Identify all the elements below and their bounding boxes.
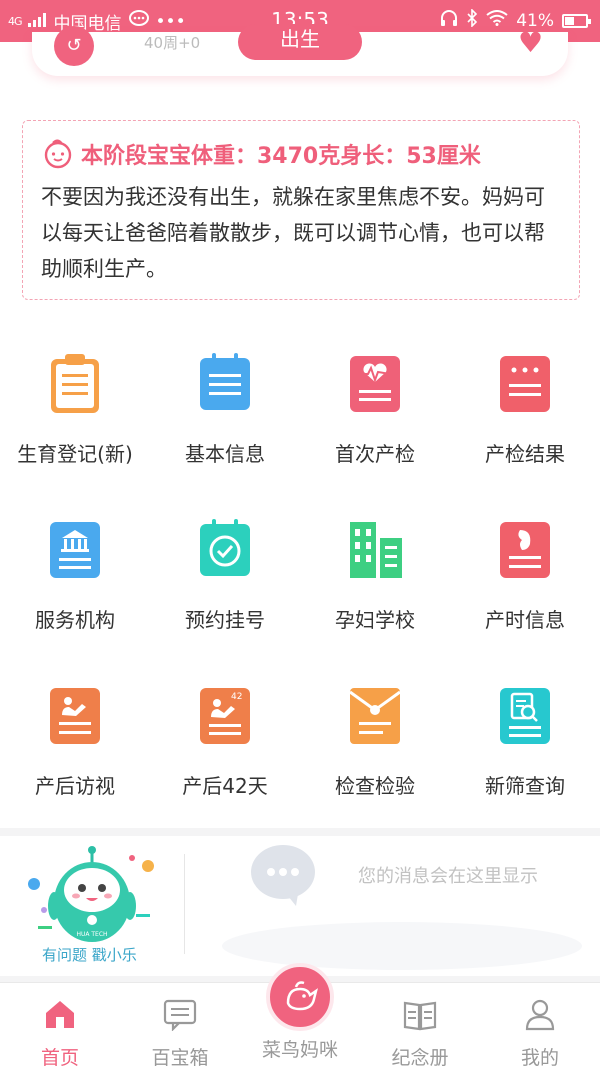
postpartum-42-icon: 42 [192,682,258,748]
report-icon [492,350,558,416]
grid-item-examination[interactable]: 检查检验 [300,660,450,826]
message-bubble-icon [251,845,315,906]
tab-label: 首页 [40,1047,79,1066]
envelope-icon [342,682,408,748]
baby-info-card: 本阶段宝宝体重：3470克身长：53厘米 不要因为我还没有出生，就躲在家里焦虑不… [22,120,580,300]
status-right: 41% [440,8,591,32]
grid-item-label: 首次产检 [335,442,415,466]
baby-info-title: 本阶段宝宝体重：3470克身长：53厘米 [81,144,481,169]
grid-item-newborn-screening[interactable]: 新筛查询 [450,660,600,826]
grid-item-label: 生育登记(新) [17,442,133,466]
grid-item-first-checkup[interactable]: 首次产检 [300,328,450,494]
pregnancy-week: 40周+0 [144,34,201,52]
svg-text:42: 42 [231,692,242,702]
assistant-mascot[interactable]: HUA TECH [24,844,164,954]
grid-item-delivery-info[interactable]: 产时信息 [450,494,600,660]
grid-item-appointment[interactable]: 预约挂号 [150,494,300,660]
announce-heart-icon[interactable]: ♥ [518,28,548,58]
grid-item-label: 预约挂号 [185,608,265,632]
tab-album[interactable]: 纪念册 [360,991,480,1066]
institution-icon [42,516,108,582]
pregnancy-progress-card: ↺ 40周+0 出生 ♥ [32,24,568,76]
document-icon [192,350,258,416]
calendar-check-icon [192,516,258,582]
baby-face-icon [44,139,72,169]
grid-item-label: 产后访视 [35,774,115,798]
birth-icon [492,516,558,582]
bottom-tab-bar: 首页 百宝箱 菜鸟妈咪 纪念册 我的 [0,963,600,1066]
grid-item-birth-registration[interactable]: 生育登记(新) [0,328,150,494]
message-empty-text: 您的消息会在这里显示 [358,866,538,887]
search-document-icon [492,682,558,748]
album-icon [403,1001,437,1031]
battery-icon [562,13,591,28]
robot-mascot-icon: HUA TECH [28,846,154,942]
wifi-icon [486,10,508,31]
headphones-icon [440,9,458,32]
tab-label[interactable]: 菜鸟妈咪 [240,1035,360,1062]
grid-item-maternity-school[interactable]: 孕妇学校 [300,494,450,660]
tab-toolbox[interactable]: 百宝箱 [120,991,240,1066]
grid-item-basic-info[interactable]: 基本信息 [150,328,300,494]
baby-info-title-row: 本阶段宝宝体重：3470克身长：53厘米 [41,137,561,171]
grid-item-postpartum-visit[interactable]: 产后访视 [0,660,150,826]
baby-info-text: 不要因为我还没有出生，就躲在家里焦虑不安。妈妈可以每天让爸爸陪着散散步，既可以调… [41,185,545,281]
grid-item-label: 服务机构 [35,608,115,632]
svg-text:HUA TECH: HUA TECH [76,931,107,938]
tab-label: 纪念册 [391,1047,449,1066]
main-content: 本阶段宝宝体重：3470克身长：53厘米 不要因为我还没有出生，就躲在家里焦虑不… [0,102,600,828]
baby-avatar-icon[interactable]: ↺ [54,26,94,66]
birth-button[interactable]: 出生 [238,24,362,60]
home-icon [46,1001,74,1028]
tab-label: 我的 [520,1047,559,1066]
assistant-message-panel: HUA TECH 有问题 戳小乐 您的消息会在这里显示 [0,836,600,976]
heartbeat-icon [342,350,408,416]
grid-item-postpartum-42-days[interactable]: 42 产后42天 [150,660,300,826]
grid-item-service-institution[interactable]: 服务机构 [0,494,150,660]
clipboard-icon [42,350,108,416]
building-icon [342,516,408,582]
grid-item-label: 检查检验 [335,774,415,798]
grid-item-label: 新筛查询 [485,774,565,798]
message-box-icon [163,999,197,1032]
tab-rookie-mom-button[interactable] [266,963,334,1031]
bird-icon [286,981,318,1011]
grid-item-label: 产检结果 [485,442,565,466]
grid-item-checkup-results[interactable]: 产检结果 [450,328,600,494]
pregnancy-progress-area: ↺ 40周+0 出生 ♥ [0,24,600,102]
tab-profile[interactable]: 我的 [480,991,600,1066]
profile-icon [525,999,555,1031]
grid-item-label: 基本信息 [185,442,265,466]
grid-item-label: 产后42天 [182,774,268,798]
panel-divider [184,854,185,954]
message-empty-ground [222,922,582,970]
grid-item-label: 产时信息 [485,608,565,632]
visit-icon [42,682,108,748]
bluetooth-icon [466,8,478,32]
tab-label: 百宝箱 [151,1047,209,1066]
grid-item-label: 孕妇学校 [335,608,415,632]
feature-grid: 生育登记(新) 基本信息 首次产检 产检结果 服务机构 预约挂号 孕妇学校 产时… [0,328,600,826]
tab-home[interactable]: 首页 [0,991,120,1066]
assistant-prompt[interactable]: 有问题 戳小乐 [42,944,137,965]
